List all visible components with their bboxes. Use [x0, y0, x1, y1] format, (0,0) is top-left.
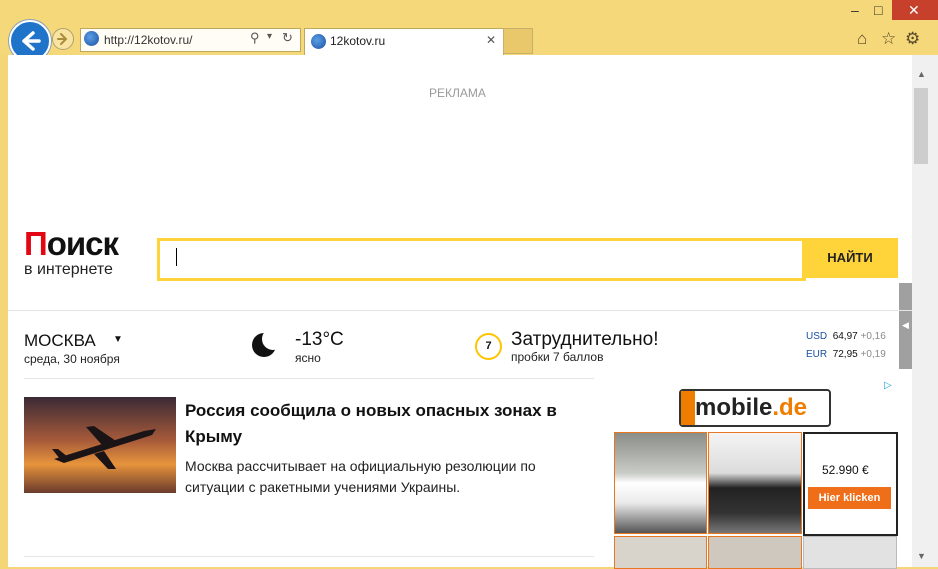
- divider: [8, 310, 912, 311]
- scroll-up-icon[interactable]: ▲: [917, 69, 926, 79]
- traffic-title[interactable]: Затруднительно!: [511, 329, 659, 351]
- text-caret: [176, 248, 177, 266]
- search-address-icon[interactable]: ⚲: [250, 30, 260, 46]
- logo-letter: П: [24, 225, 48, 262]
- scrollbar-thumb[interactable]: [914, 88, 928, 164]
- gear-icon[interactable]: ⚙: [905, 29, 920, 49]
- currency-name: USD: [806, 331, 828, 342]
- ad-price-box[interactable]: [803, 432, 898, 536]
- currency-value: 72,95: [832, 349, 858, 360]
- minimize-button[interactable]: –: [851, 2, 859, 18]
- mobile-de-logo[interactable]: mobile.de: [679, 389, 831, 427]
- divider: [24, 556, 594, 557]
- url-text[interactable]: http://12kotov.ru/: [104, 33, 193, 47]
- maximize-button[interactable]: □: [874, 2, 882, 18]
- city-selector[interactable]: МОСКВА: [24, 331, 96, 351]
- currency-eur[interactable]: EUR 72,95 +0,19: [806, 349, 886, 360]
- logo[interactable]: Поиск: [24, 225, 119, 263]
- tab-favicon-icon: [311, 34, 326, 49]
- search-button[interactable]: НАЙТИ: [802, 238, 898, 278]
- weather-condition: ясно: [295, 351, 321, 365]
- close-icon[interactable]: ✕: [908, 2, 920, 19]
- ad-brand: mobile: [695, 394, 773, 421]
- logo-orange-bar: [681, 391, 695, 425]
- ad-label: РЕКЛАМА: [429, 86, 486, 100]
- home-icon[interactable]: ⌂: [857, 29, 867, 49]
- currency-change: +0,19: [860, 349, 886, 360]
- chevron-down-icon[interactable]: ▼: [113, 334, 123, 345]
- currency-usd[interactable]: USD 64,97 +0,16: [806, 331, 886, 342]
- date-label: среда, 30 ноября: [24, 352, 120, 366]
- star-icon[interactable]: ☆: [881, 29, 896, 49]
- traffic-level-icon: 7: [475, 333, 502, 360]
- search-input[interactable]: [157, 238, 806, 281]
- traffic-subtitle: пробки 7 баллов: [511, 350, 604, 364]
- tab-title[interactable]: 12kotov.ru: [330, 34, 385, 48]
- chevron-left-icon: ◀: [902, 320, 909, 330]
- logo-word: оиск: [46, 225, 119, 262]
- divider: [24, 378, 594, 379]
- new-tab-button[interactable]: [503, 28, 533, 54]
- adchoices-icon[interactable]: ▷: [884, 380, 892, 391]
- news-text[interactable]: Москва рассчитывает на официальную резол…: [185, 456, 590, 498]
- ad-brand-tld: .de: [772, 394, 808, 421]
- car-image[interactable]: [708, 432, 802, 534]
- airplane-icon: [52, 426, 156, 469]
- ad-price: 52.990 €: [822, 463, 869, 477]
- car-image[interactable]: [614, 432, 707, 534]
- car-image[interactable]: [708, 536, 802, 569]
- arrow-right-icon: [57, 33, 68, 45]
- scroll-down-icon[interactable]: ▼: [917, 551, 926, 561]
- forward-button[interactable]: [52, 28, 74, 50]
- car-image[interactable]: [614, 536, 707, 569]
- news-title[interactable]: Россия сообщила о новых опасных зонах в …: [185, 398, 590, 450]
- currency-value: 64,97: [832, 331, 858, 342]
- car-image[interactable]: [803, 536, 897, 569]
- currency-name: EUR: [806, 349, 828, 360]
- favicon-icon: [84, 31, 99, 46]
- currency-change: +0,16: [860, 331, 886, 342]
- close-tab-icon[interactable]: ✕: [486, 33, 496, 47]
- moon-icon-cut: [262, 328, 284, 350]
- news-image[interactable]: [24, 397, 176, 493]
- temperature[interactable]: -13°C: [295, 329, 344, 351]
- logo-subtitle: в интернете: [24, 261, 113, 278]
- dropdown-icon[interactable]: ▾: [267, 31, 272, 42]
- refresh-icon[interactable]: ↻: [282, 30, 293, 46]
- ad-cta-button[interactable]: Hier klicken: [808, 487, 891, 509]
